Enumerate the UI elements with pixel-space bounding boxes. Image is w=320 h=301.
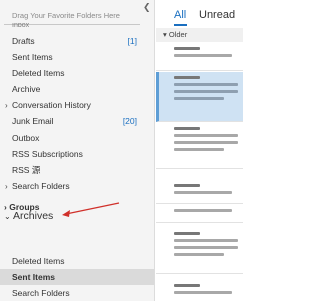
date-group-header[interactable]: ▾ Older [156,28,243,42]
folder-label: Archive [12,84,41,94]
folder-label: Junk Email [12,116,54,126]
subject-redacted [174,209,232,212]
folder-conversation-history[interactable]: › Conversation History [0,97,154,114]
message-list-pane: All Unread ▾ Older [156,0,243,301]
sender-redacted [174,76,200,79]
folder-archive[interactable]: Archive [0,81,154,97]
folder-label: Conversation History [12,100,91,110]
folder-sent-items[interactable]: Sent Items [0,49,154,65]
preview-redacted [174,141,238,144]
preview-redacted [174,148,224,151]
chevron-right-icon[interactable]: › [5,179,12,195]
favorites-drop-hint: Drag Your Favorite Folders Here [12,11,120,20]
folder-drafts[interactable]: Drafts [1] [0,33,154,49]
folder-label: RSS 源 [12,165,41,175]
chevron-left-icon[interactable]: ❮ [143,2,151,13]
preview-redacted [174,253,224,256]
tab-all[interactable]: All [174,9,186,21]
preview-redacted [174,134,238,137]
folder-label: Search Folders [12,181,70,191]
subject-redacted [174,54,232,57]
folder-label: Search Folders [12,288,70,298]
chevron-right-icon[interactable]: › [5,98,12,114]
folder-deleted-items[interactable]: Deleted Items [0,65,154,81]
folder-junk-email[interactable]: Junk Email [20] [0,113,154,129]
message-item[interactable] [156,280,243,301]
message-item[interactable] [156,228,243,274]
sender-redacted [174,127,200,130]
folder-pane: ❮ Drag Your Favorite Folders Here Inbox … [0,0,155,301]
archive-folder-deleted-items[interactable]: Deleted Items [0,253,154,269]
folder-label: RSS Subscriptions [12,149,83,159]
unread-count: [1] [127,36,137,46]
folder-search-folders[interactable]: › Search Folders [0,178,154,195]
chevron-down-icon: ⌄ [4,212,11,221]
sender-redacted [174,47,200,50]
message-item-selected[interactable] [156,72,243,122]
message-item[interactable] [156,43,243,71]
folder-label: Deleted Items [12,68,65,78]
unread-count: [20] [122,116,137,126]
sender-redacted [174,284,200,287]
archives-section-header[interactable]: ⌄ Archives [4,210,53,222]
preview-redacted [174,83,238,86]
folder-label: Sent Items [12,272,55,282]
message-item[interactable] [156,123,243,169]
subject-redacted [174,291,232,294]
folder-outbox[interactable]: Outbox [0,130,154,146]
preview-redacted [174,246,238,249]
sender-redacted [174,184,200,187]
archives-label: Archives [13,210,54,222]
preview-redacted [174,90,238,93]
filter-tabs: All Unread [156,0,243,28]
message-item[interactable] [156,180,243,204]
preview-redacted [174,239,238,242]
folder-label: Outbox [12,133,40,143]
subject-redacted [174,191,232,194]
folder-label: Sent Items [12,52,53,62]
archive-folder-search-folders[interactable]: Search Folders [0,285,154,301]
clipped-folder-label[interactable]: Inbox [12,23,29,28]
folder-label: Deleted Items [12,256,65,266]
preview-redacted [174,97,224,100]
folder-rss-subscriptions[interactable]: RSS Subscriptions [0,146,154,162]
chevron-down-icon: ▾ [163,30,167,39]
group-label: Older [168,30,188,39]
folder-rss-feeds[interactable]: RSS 源 [0,162,154,178]
folder-label: Drafts [12,36,35,46]
tab-unread[interactable]: Unread [199,9,235,21]
sender-redacted [174,232,200,235]
archive-folder-sent-items[interactable]: Sent Items [0,269,154,285]
message-item[interactable] [156,205,243,223]
active-tab-indicator [174,24,187,26]
